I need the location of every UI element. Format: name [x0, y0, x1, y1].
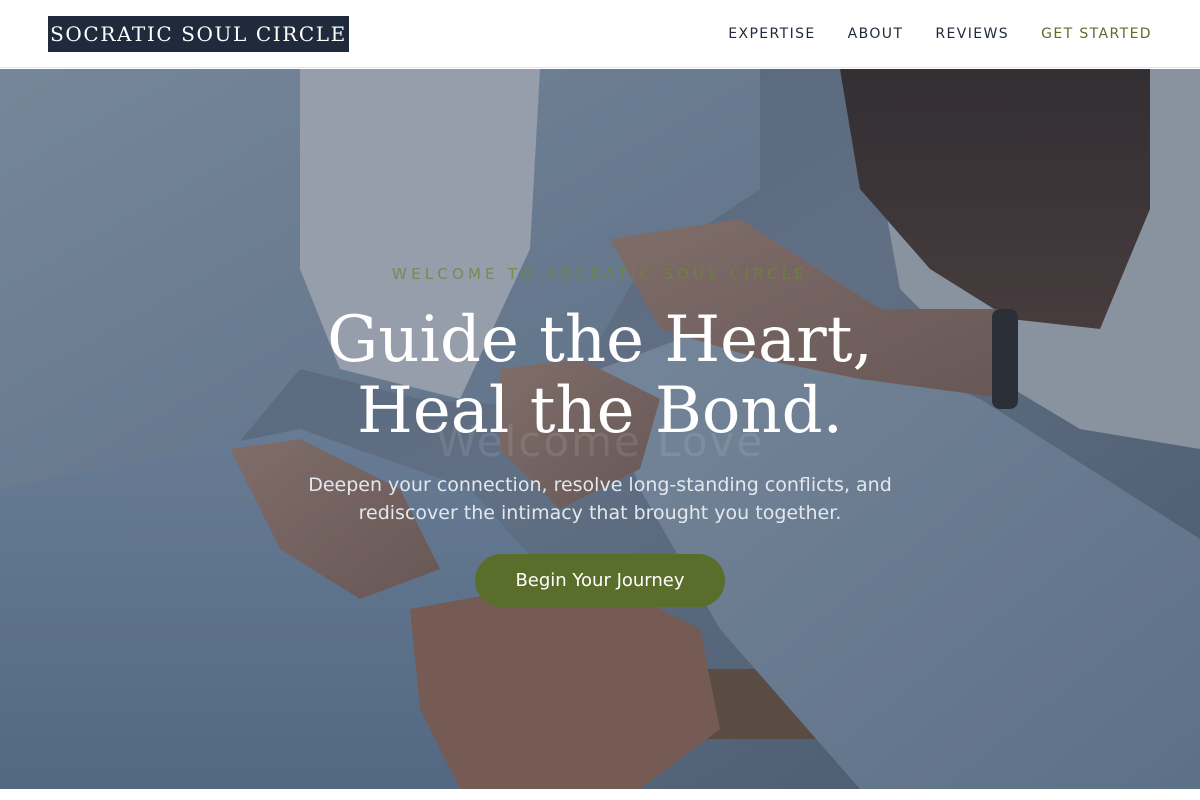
nav-link-get-started[interactable]: GET STARTED [1041, 26, 1152, 42]
hero-headline: Guide the Heart, Heal the Bond. [0, 305, 1200, 447]
begin-journey-button[interactable]: Begin Your Journey [475, 554, 725, 607]
hero-eyebrow: WELCOME TO SOCRATIC SOUL CIRCLE [392, 265, 808, 283]
main-nav: EXPERTISE ABOUT REVIEWS GET STARTED [696, 0, 1152, 68]
nav-link-expertise[interactable]: EXPERTISE [728, 26, 815, 42]
brand-logo[interactable]: SOCRATIC SOUL CIRCLE [48, 16, 349, 52]
hero-headline-line-1: Guide the Heart, [327, 303, 873, 377]
hero-content: WELCOME TO SOCRATIC SOUL CIRCLE Welcome … [0, 69, 1200, 789]
nav-link-reviews[interactable]: REVIEWS [935, 26, 1009, 42]
hero-subtext: Deepen your connection, resolve long-sta… [308, 474, 892, 524]
page-bottom-strip [0, 789, 1200, 800]
nav-link-about[interactable]: ABOUT [848, 26, 904, 42]
hero-section: WELCOME TO SOCRATIC SOUL CIRCLE Welcome … [0, 69, 1200, 789]
site-header: SOCRATIC SOUL CIRCLE EXPERTISE ABOUT REV… [0, 0, 1200, 68]
hero-headline-line-2: Heal the Bond. [357, 374, 843, 448]
